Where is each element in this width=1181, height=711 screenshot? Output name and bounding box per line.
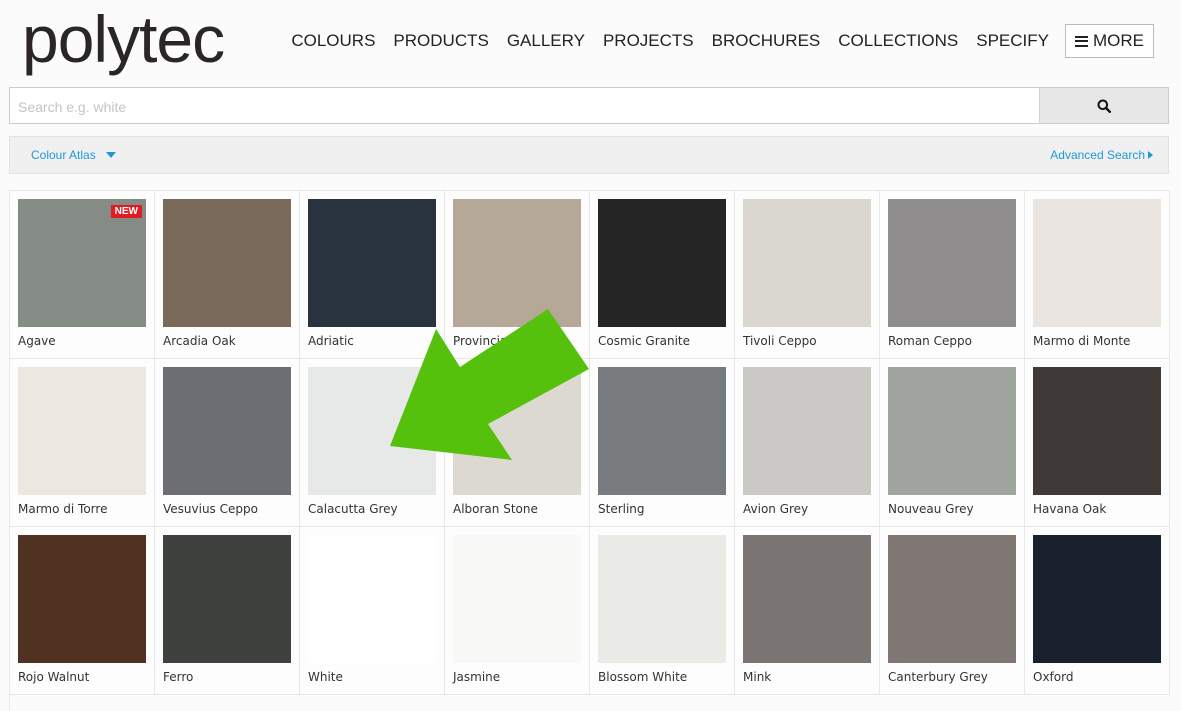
swatch-image[interactable]: [598, 535, 726, 663]
caret-right-icon: [1148, 151, 1153, 159]
swatch-image[interactable]: [18, 535, 146, 663]
nav-specify[interactable]: SPECIFY: [976, 31, 1049, 51]
colour-atlas-label: Colour Atlas: [31, 148, 96, 162]
more-button[interactable]: MORE: [1065, 24, 1154, 58]
nav-gallery[interactable]: GALLERY: [507, 31, 585, 51]
swatch-label[interactable]: Tivoli Ceppo: [743, 334, 817, 348]
search-input[interactable]: [10, 88, 1050, 125]
swatch-image[interactable]: [743, 367, 871, 495]
swatch-image[interactable]: [598, 367, 726, 495]
swatch-card[interactable]: Oxford: [1025, 527, 1170, 695]
swatch-card[interactable]: Adriatic: [300, 191, 445, 359]
search-button[interactable]: [1039, 88, 1168, 123]
swatch-card[interactable]: Marmo di Torre: [10, 359, 155, 527]
swatch-image[interactable]: [18, 367, 146, 495]
swatch-card[interactable]: Havana Oak: [1025, 359, 1170, 527]
swatch-card[interactable]: Rojo Walnut: [10, 527, 155, 695]
swatch-card[interactable]: Nouveau Grey: [880, 359, 1025, 527]
nav-collections[interactable]: COLLECTIONS: [838, 31, 958, 51]
swatch-label[interactable]: Alboran Stone: [453, 502, 538, 516]
swatch-card[interactable]: Tivoli Ceppo: [735, 191, 880, 359]
swatch-image[interactable]: [743, 199, 871, 327]
swatch-label[interactable]: Cosmic Granite: [598, 334, 690, 348]
swatch-card[interactable]: Calacutta Grey: [300, 359, 445, 527]
swatch-image[interactable]: [598, 199, 726, 327]
swatch-image[interactable]: [1033, 367, 1161, 495]
swatch-card[interactable]: Roman Ceppo: [880, 191, 1025, 359]
more-label: MORE: [1093, 31, 1144, 50]
swatch-label[interactable]: Provincial: [453, 334, 511, 348]
swatch-card[interactable]: Blossom White: [590, 527, 735, 695]
swatch-card[interactable]: Jasmine: [445, 527, 590, 695]
swatch-image[interactable]: [163, 367, 291, 495]
swatch-card[interactable]: Cosmic Granite: [590, 191, 735, 359]
swatch-card[interactable]: Sterling: [590, 359, 735, 527]
main-nav: COLOURS PRODUCTS GALLERY PROJECTS BROCHU…: [273, 24, 1154, 58]
polytec-logo[interactable]: polytec: [22, 6, 225, 72]
swatch-grid: NEW Agave Arcadia Oak Adriatic Provincial Cos…: [9, 190, 1170, 711]
swatch-label[interactable]: Nouveau Grey: [888, 502, 974, 516]
swatch-image[interactable]: NEW: [18, 199, 146, 327]
swatch-card[interactable]: NEW Agave: [10, 191, 155, 359]
swatch-card[interactable]: Mink: [735, 527, 880, 695]
swatch-image[interactable]: [163, 535, 291, 663]
swatch-label[interactable]: Adriatic: [308, 334, 354, 348]
advanced-search-label: Advanced Search: [1050, 148, 1145, 162]
swatch-label[interactable]: Oxford: [1033, 670, 1073, 684]
swatch-image[interactable]: [308, 535, 436, 663]
swatch-label[interactable]: Blossom White: [598, 670, 687, 684]
swatch-card[interactable]: Avion Grey: [735, 359, 880, 527]
swatch-image[interactable]: [453, 199, 581, 327]
site-header: polytec COLOURS PRODUCTS GALLERY PROJECT…: [0, 0, 1181, 80]
swatch-image[interactable]: [163, 199, 291, 327]
swatch-label[interactable]: Havana Oak: [1033, 502, 1106, 516]
swatch-image[interactable]: [308, 367, 436, 495]
swatch-label[interactable]: Ferro: [163, 670, 193, 684]
swatch-label[interactable]: Rojo Walnut: [18, 670, 89, 684]
swatch-label[interactable]: Mink: [743, 670, 771, 684]
swatch-label[interactable]: Roman Ceppo: [888, 334, 972, 348]
nav-colours[interactable]: COLOURS: [291, 31, 375, 51]
swatch-label[interactable]: Calacutta Grey: [308, 502, 398, 516]
swatch-image[interactable]: [1033, 199, 1161, 327]
swatch-image[interactable]: [1033, 535, 1161, 663]
swatch-card[interactable]: Vesuvius Ceppo: [155, 359, 300, 527]
nav-products[interactable]: PRODUCTS: [393, 31, 488, 51]
swatch-image[interactable]: [308, 199, 436, 327]
swatch-label[interactable]: Canterbury Grey: [888, 670, 988, 684]
swatch-image[interactable]: [743, 535, 871, 663]
swatch-label[interactable]: Sterling: [598, 502, 645, 516]
swatch-card[interactable]: Provincial: [445, 191, 590, 359]
swatch-image[interactable]: [453, 367, 581, 495]
nav-projects[interactable]: PROJECTS: [603, 31, 694, 51]
swatch-label[interactable]: Arcadia Oak: [163, 334, 236, 348]
swatch-label[interactable]: Agave: [18, 334, 56, 348]
nav-brochures[interactable]: BROCHURES: [712, 31, 821, 51]
search-icon: [1097, 99, 1111, 113]
swatch-label[interactable]: Marmo di Monte: [1033, 334, 1130, 348]
swatch-card[interactable]: Ferro: [155, 527, 300, 695]
advanced-search-link[interactable]: Advanced Search: [1050, 148, 1153, 162]
swatch-image[interactable]: [888, 535, 1016, 663]
swatch-label[interactable]: White: [308, 670, 343, 684]
filter-bar: Colour Atlas Advanced Search: [9, 136, 1169, 174]
swatch-card[interactable]: Arcadia Oak: [155, 191, 300, 359]
swatch-image[interactable]: [888, 367, 1016, 495]
swatch-card[interactable]: White: [300, 527, 445, 695]
swatch-label[interactable]: Jasmine: [453, 670, 500, 684]
swatch-card[interactable]: Alboran Stone: [445, 359, 590, 527]
colour-atlas-dropdown[interactable]: Colour Atlas: [31, 148, 116, 162]
caret-down-icon: [105, 152, 116, 158]
swatch-label[interactable]: Avion Grey: [743, 502, 808, 516]
swatch-image[interactable]: [453, 535, 581, 663]
new-badge: NEW: [110, 205, 142, 218]
hamburger-icon: [1075, 35, 1088, 47]
swatch-label[interactable]: Vesuvius Ceppo: [163, 502, 258, 516]
search-bar: [9, 87, 1169, 125]
swatch-card[interactable]: Marmo di Monte: [1025, 191, 1170, 359]
swatch-card[interactable]: Canterbury Grey: [880, 527, 1025, 695]
swatch-label[interactable]: Marmo di Torre: [18, 502, 107, 516]
swatch-image[interactable]: [888, 199, 1016, 327]
